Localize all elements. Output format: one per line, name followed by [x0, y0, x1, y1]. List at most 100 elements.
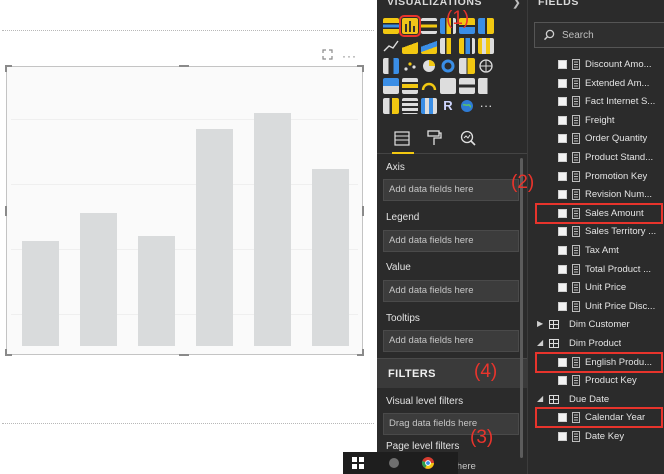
scatter-chart-icon[interactable]: [402, 58, 418, 74]
field-row[interactable]: Promotion Key: [528, 168, 664, 186]
field-row[interactable]: Freight: [528, 112, 664, 130]
sales-amount-highlight: [535, 202, 663, 224]
format-paintroller-icon[interactable]: [424, 128, 446, 150]
stacked-area-chart-icon[interactable]: [421, 38, 437, 54]
tooltips-drop-zone[interactable]: Add data fields here: [383, 330, 519, 352]
multi-row-card-icon[interactable]: [459, 78, 475, 94]
field-checkbox[interactable]: [558, 376, 567, 386]
r-script-visual-icon[interactable]: R: [440, 98, 456, 114]
field-row[interactable]: Revision Num...: [528, 186, 664, 204]
analytics-magnifier-icon[interactable]: [458, 128, 480, 150]
table-icon[interactable]: [402, 98, 418, 114]
expanded-triangle-icon[interactable]: ◢: [537, 394, 543, 403]
gauge-icon[interactable]: [421, 78, 437, 94]
field-checkbox[interactable]: [558, 97, 567, 107]
value-drop-zone[interactable]: Add data fields here: [383, 280, 519, 302]
field-checkbox[interactable]: [558, 227, 567, 237]
slicer-icon[interactable]: [383, 98, 399, 114]
resize-handle-top-left[interactable]: [5, 65, 12, 72]
area-chart-icon[interactable]: [402, 38, 418, 54]
table-row[interactable]: ◢ Due Date: [528, 391, 664, 409]
field-label: Promotion Key: [585, 170, 648, 182]
resize-handle-top-right[interactable]: [357, 65, 364, 72]
field-row[interactable]: Fact Internet S...: [528, 93, 664, 111]
field-checkbox[interactable]: [558, 171, 567, 181]
column-chart-visual[interactable]: [5, 65, 364, 356]
fields-search-input[interactable]: Search: [534, 22, 664, 48]
map-icon[interactable]: [478, 58, 494, 74]
resize-handle-left[interactable]: [5, 206, 7, 216]
field-checkbox[interactable]: [558, 115, 567, 125]
value-well-label: Value: [386, 262, 411, 273]
field-checkbox[interactable]: [558, 264, 567, 274]
field-checkbox[interactable]: [558, 153, 567, 162]
fields-title: FIELDS: [538, 0, 579, 8]
expanded-triangle-icon[interactable]: ◢: [537, 338, 543, 347]
field-row[interactable]: Total Product ...: [528, 261, 664, 279]
annotation-1: (1): [446, 8, 470, 29]
line-and-column-chart-icon[interactable]: [440, 38, 456, 54]
matrix-icon[interactable]: [421, 98, 437, 114]
resize-handle-top[interactable]: [179, 65, 189, 67]
globe-visual-icon[interactable]: [459, 98, 475, 114]
resize-handle-bottom[interactable]: [179, 354, 189, 356]
field-checkbox[interactable]: [558, 283, 567, 293]
field-type-icon: [572, 189, 580, 201]
field-checkbox[interactable]: [558, 134, 567, 144]
collapsed-triangle-icon[interactable]: ▶: [537, 319, 543, 328]
chevron-right-icon[interactable]: ❯: [512, 0, 521, 9]
field-checkbox[interactable]: [558, 301, 567, 311]
visualizations-scrollbar[interactable]: [520, 158, 523, 458]
chrome-icon[interactable]: [421, 456, 435, 470]
visualizations-title: VISUALIZATIONS: [387, 0, 483, 8]
legend-drop-zone[interactable]: Add data fields here: [383, 230, 519, 252]
visual-level-filters-drop-zone[interactable]: Drag data fields here: [383, 413, 519, 435]
resize-handle-right[interactable]: [362, 206, 364, 216]
ribbon-chart-icon[interactable]: [478, 38, 494, 54]
axis-drop-zone[interactable]: Add data fields here: [383, 179, 519, 201]
table-row[interactable]: ▶ Dim Customer: [528, 316, 664, 334]
field-row[interactable]: Date Key: [528, 428, 664, 446]
field-row[interactable]: Unit Price: [528, 279, 664, 297]
field-checkbox[interactable]: [558, 60, 567, 69]
fields-tab-icon[interactable]: [392, 128, 414, 154]
field-row[interactable]: Discount Amo...: [528, 56, 664, 74]
field-checkbox[interactable]: [558, 190, 567, 200]
field-checkbox[interactable]: [558, 78, 567, 88]
taskbar-app-icon[interactable]: [387, 456, 401, 470]
line-and-stacked-column-chart-icon[interactable]: [459, 38, 475, 54]
card-icon[interactable]: [440, 78, 456, 94]
field-row[interactable]: Unit Price Disc...: [528, 298, 664, 316]
donut-chart-icon[interactable]: [440, 58, 456, 74]
field-label: Total Product ...: [585, 263, 652, 275]
field-label: Sales Territory ...: [585, 226, 657, 238]
waterfall-chart-icon[interactable]: [383, 58, 399, 74]
line-chart-icon[interactable]: [383, 38, 399, 54]
windows-start-icon[interactable]: [351, 456, 365, 470]
funnel-icon[interactable]: [402, 78, 418, 94]
filled-map-icon[interactable]: [383, 78, 399, 94]
field-row[interactable]: Tax Amt: [528, 242, 664, 260]
treemap-icon[interactable]: [459, 58, 475, 74]
ellipsis-icon[interactable]: ···: [342, 49, 357, 63]
field-row[interactable]: Product Key: [528, 372, 664, 390]
100-percent-column-chart-icon[interactable]: [478, 18, 494, 34]
pie-chart-icon[interactable]: [421, 58, 437, 74]
field-row[interactable]: Order Quantity: [528, 130, 664, 148]
placeholder-column: [138, 236, 175, 346]
field-row[interactable]: Extended Am...: [528, 75, 664, 93]
stacked-bar-chart-icon[interactable]: [383, 18, 399, 34]
kpi-icon[interactable]: [478, 78, 494, 94]
field-checkbox[interactable]: [558, 432, 567, 441]
field-row[interactable]: Sales Territory ...: [528, 223, 664, 241]
more-visuals-icon[interactable]: ···: [478, 98, 494, 114]
clustered-bar-chart-icon[interactable]: [421, 18, 437, 34]
field-checkbox[interactable]: [558, 246, 567, 255]
focus-mode-icon[interactable]: [322, 49, 333, 63]
clustered-column-chart-icon[interactable]: [399, 15, 421, 37]
field-type-icon: [572, 300, 580, 312]
resize-handle-bottom-right[interactable]: [357, 349, 364, 356]
field-row[interactable]: Product Stand...: [528, 149, 664, 167]
resize-handle-bottom-left[interactable]: [5, 349, 12, 356]
table-row[interactable]: ◢ Dim Product: [528, 335, 664, 353]
